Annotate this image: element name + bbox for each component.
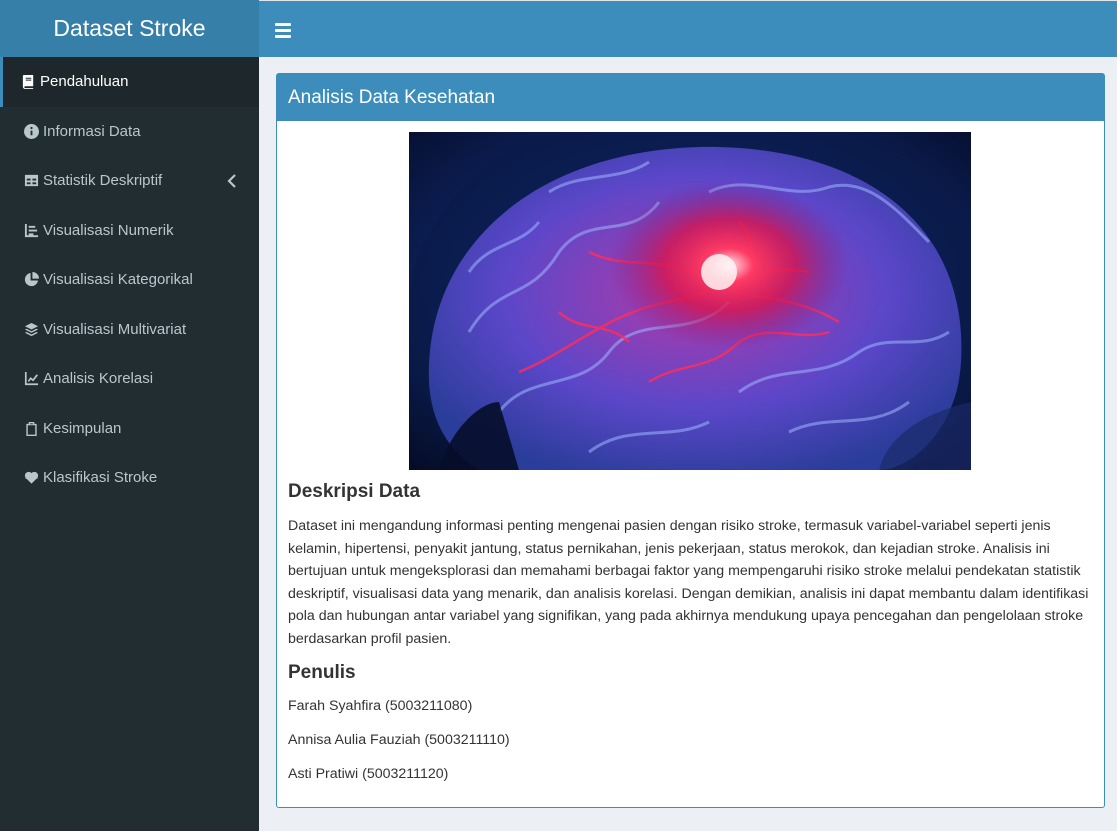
sidebar-item-label: Visualisasi Kategorikal	[43, 271, 193, 289]
clipboard-icon	[23, 420, 40, 436]
book-icon	[20, 74, 37, 90]
sidebar-item-label: Visualisasi Numerik	[43, 221, 174, 239]
sidebar-item-visualisasi-kategorikal[interactable]: Visualisasi Kategorikal	[0, 255, 259, 305]
sidebar-item-analisis-korelasi[interactable]: Analisis Korelasi	[0, 354, 259, 404]
heartbeat-icon	[23, 470, 40, 486]
hamburger-icon[interactable]	[275, 20, 291, 38]
info-circle-icon	[23, 123, 40, 139]
sidebar-item-klasifikasi-stroke[interactable]: Klasifikasi Stroke	[0, 453, 259, 503]
brain-image	[409, 132, 971, 470]
sidebar-item-pendahuluan[interactable]: Pendahuluan	[0, 57, 259, 107]
author-item: Asti Pratiwi (5003211120)	[288, 766, 449, 782]
chevron-left-icon[interactable]	[227, 173, 237, 188]
pie-chart-icon	[23, 272, 40, 288]
sidebar: Pendahuluan Informasi Data Statistik Des…	[0, 57, 259, 831]
sidebar-item-label: Kesimpulan	[43, 419, 122, 437]
table-icon	[23, 173, 40, 189]
sidebar-item-label: Klasifikasi Stroke	[43, 469, 158, 487]
brand-logo[interactable]: Dataset Stroke	[0, 0, 259, 57]
layers-icon	[23, 321, 40, 337]
author-item: Farah Syahfira (5003211080)	[288, 698, 473, 714]
author-item: Annisa Aulia Fauziah (5003211110)	[288, 732, 510, 748]
sidebar-item-statistik-deskriptif[interactable]: Statistik Deskriptif	[0, 156, 259, 206]
sidebar-item-label: Pendahuluan	[40, 73, 129, 91]
bar-chart-icon	[23, 222, 40, 238]
sidebar-item-visualisasi-multivariat[interactable]: Visualisasi Multivariat	[0, 305, 259, 355]
top-navbar	[259, 0, 1117, 57]
authors-title: Penulis	[288, 662, 356, 683]
sidebar-item-visualisasi-numerik[interactable]: Visualisasi Numerik	[0, 206, 259, 256]
box-title: Analisis Data Kesehatan	[277, 74, 1104, 121]
box-body: Deskripsi Data Dataset ini mengandung in…	[288, 481, 1093, 798]
content-box: Analisis Data Kesehatan Deskripsi Data D…	[276, 73, 1105, 808]
line-chart-icon	[23, 371, 40, 387]
sidebar-item-kesimpulan[interactable]: Kesimpulan	[0, 404, 259, 454]
description-text: Dataset ini mengandung informasi penting…	[288, 518, 1089, 647]
sidebar-item-label: Analisis Korelasi	[43, 370, 154, 388]
sidebar-item-label: Statistik Deskriptif	[43, 172, 163, 190]
sidebar-item-label: Informasi Data	[43, 122, 141, 140]
description-title: Deskripsi Data	[288, 481, 421, 502]
sidebar-item-label: Visualisasi Multivariat	[43, 320, 187, 338]
sidebar-item-informasi-data[interactable]: Informasi Data	[0, 107, 259, 157]
